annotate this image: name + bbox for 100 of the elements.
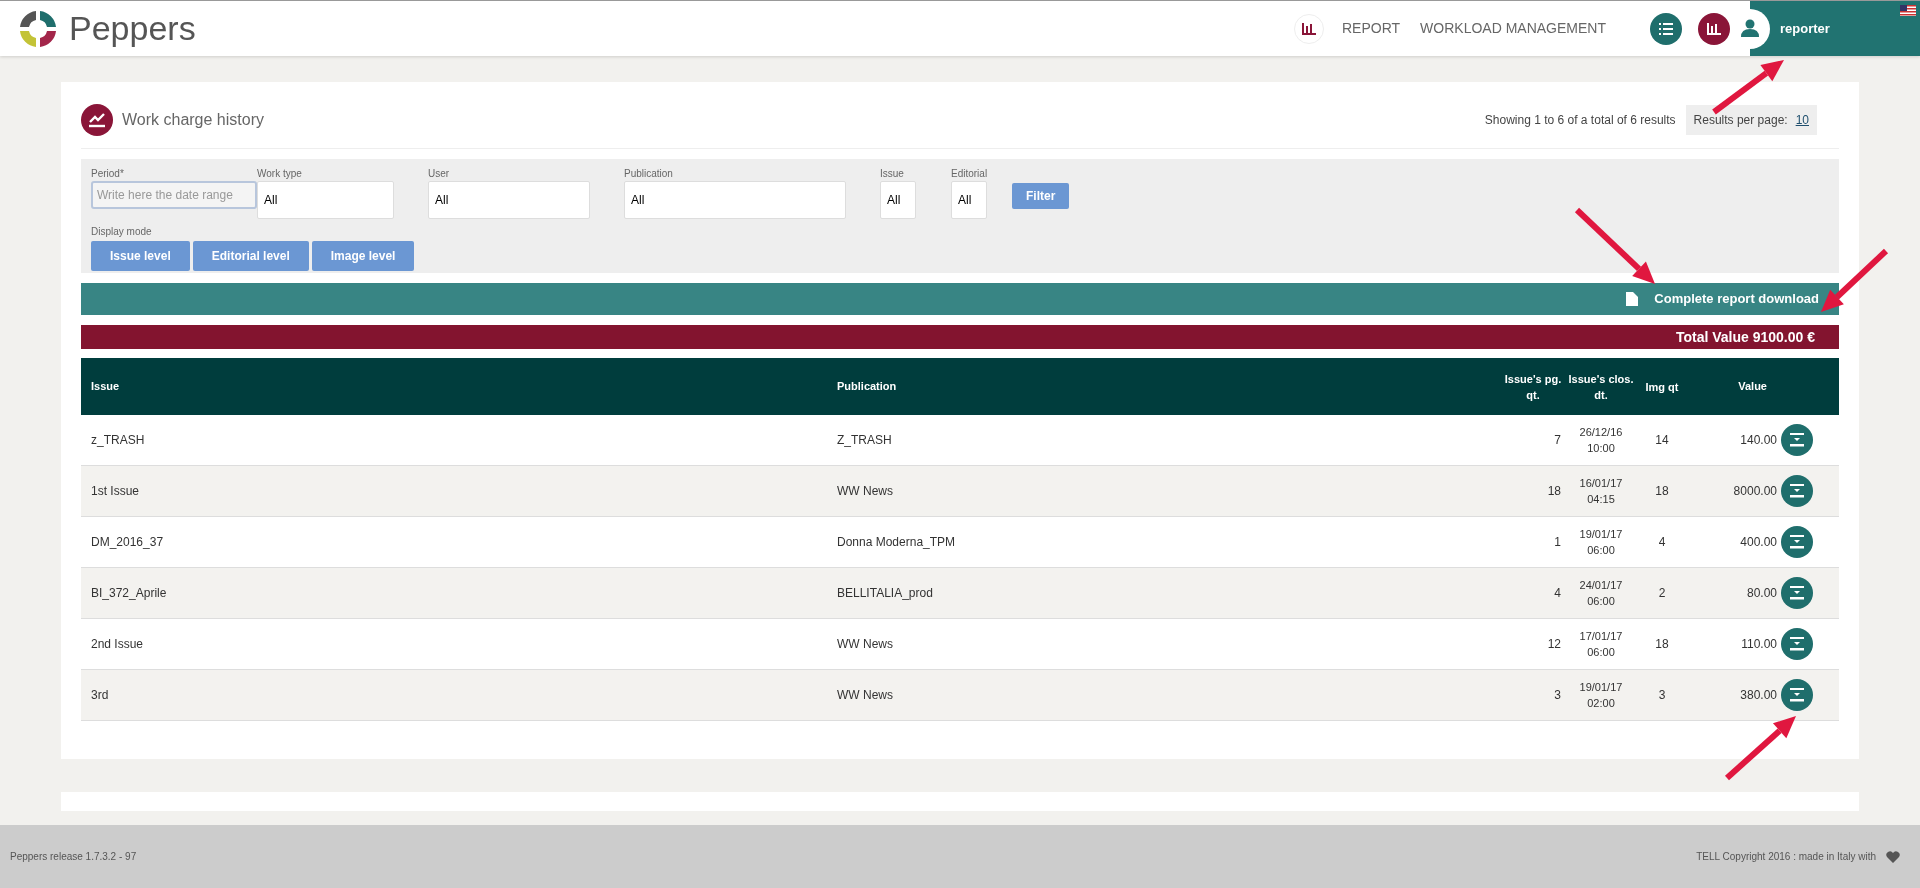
table-cell-text: 380.00 xyxy=(1739,687,1778,704)
table-cell-text: BELLITALIA_prod xyxy=(836,585,934,602)
filter-select[interactable]: All xyxy=(624,181,846,219)
report-icon[interactable] xyxy=(1294,13,1324,44)
annotation-arrow xyxy=(1821,248,1889,312)
table-cell-text: z_TRASH xyxy=(90,432,146,449)
table-cell-text: 1 xyxy=(1553,534,1562,551)
table-cell-text: Z_TRASH xyxy=(836,432,893,449)
filter-label: Publication xyxy=(624,167,674,178)
nav-link[interactable]: REPORT xyxy=(1342,18,1401,39)
display-mode-button[interactable]: Image level xyxy=(311,241,415,271)
table-cell-text: 04:15 xyxy=(1587,492,1615,507)
filter-select[interactable]: All xyxy=(951,181,987,219)
table-cell-text: 19/01/17 xyxy=(1579,680,1623,695)
table-cell-text: 17/01/17 xyxy=(1579,629,1623,644)
expand-button[interactable] xyxy=(1781,577,1813,609)
expand-button[interactable] xyxy=(1781,526,1813,558)
filter-label: User xyxy=(428,167,451,178)
filter-label: Editorial xyxy=(951,167,988,178)
table-cell-text: 06:00 xyxy=(1587,543,1615,558)
copyright-text: TELL Copyright 2016 : made in Italy with xyxy=(1696,850,1876,864)
filter-select[interactable]: All xyxy=(880,181,916,219)
table-cell-text: 4 xyxy=(1553,585,1562,602)
per-page-label: Results per page: xyxy=(1693,112,1788,129)
per-page-link[interactable]: 10 xyxy=(1795,111,1809,129)
table-cell-text: 18 xyxy=(1654,636,1670,653)
table-cell-text: 110.00 xyxy=(1740,636,1778,653)
chart-trend-icon xyxy=(81,104,113,136)
column-header: Value xyxy=(1737,379,1768,395)
card-title: Work charge history xyxy=(122,110,264,130)
expand-button[interactable] xyxy=(1781,475,1813,507)
table-cell-text: 140.00 xyxy=(1739,432,1778,449)
results-info: Showing 1 to 6 of a total of 6 results xyxy=(1484,112,1676,129)
column-header: Issue xyxy=(90,379,121,395)
filter-label: Work type xyxy=(257,167,303,178)
collapse-icon xyxy=(1790,433,1804,447)
table-cell-text: 14 xyxy=(1654,432,1670,449)
table-cell-text: BI_372_Aprile xyxy=(90,585,168,602)
table-cell-text: 2nd Issue xyxy=(90,636,145,653)
download-bar[interactable]: Complete report download xyxy=(81,283,1839,315)
filter-select[interactable]: All xyxy=(257,181,394,219)
column-header: Img qt xyxy=(1644,379,1680,395)
collapse-icon xyxy=(1790,637,1804,651)
column-header: Issue's clos. dt. xyxy=(1567,371,1635,403)
collapse-icon xyxy=(1790,586,1804,600)
collapse-icon xyxy=(1790,535,1804,549)
expand-button[interactable] xyxy=(1781,679,1813,711)
table-cell-text: 4 xyxy=(1657,534,1667,551)
date-range-field[interactable]: Write here the date range xyxy=(91,181,257,209)
table-cell-text: 8000.00 xyxy=(1732,483,1778,500)
table-cell-text: 24/01/17 xyxy=(1579,578,1623,593)
release-text: Peppers release 1.7.3.2 - 97 xyxy=(10,850,137,864)
list-icon xyxy=(1659,22,1673,35)
column-header: Publication xyxy=(836,379,898,395)
table-cell-text: 3rd xyxy=(90,687,110,704)
display-mode-button[interactable]: Editorial level xyxy=(192,241,309,271)
column-header: Issue's pg. qt. xyxy=(1503,371,1563,403)
table-cell-text: 06:00 xyxy=(1587,594,1615,609)
document-icon xyxy=(1626,292,1639,306)
table-cell-text: 10:00 xyxy=(1587,441,1615,456)
table-cell-text: 7 xyxy=(1553,432,1562,449)
table-cell-text: 18 xyxy=(1546,483,1562,500)
chart-button[interactable] xyxy=(1698,12,1730,45)
bar-chart-icon xyxy=(1707,22,1721,35)
table-cell-text: 26/12/16 xyxy=(1579,425,1623,440)
table-cell-text: Donna Moderna_TPM xyxy=(836,534,957,551)
filter-label: Issue xyxy=(880,167,905,178)
display-mode-button[interactable]: Issue level xyxy=(91,241,190,271)
flag-icon xyxy=(1900,5,1916,16)
table-cell-text: 3 xyxy=(1657,687,1667,704)
heart-icon xyxy=(1886,850,1900,863)
table-cell-text: 06:00 xyxy=(1587,645,1615,660)
expand-button[interactable] xyxy=(1781,628,1813,660)
table-cell-text: 16/01/17 xyxy=(1579,476,1623,491)
filter-select[interactable]: All xyxy=(428,181,590,219)
table-cell-text: 12 xyxy=(1546,636,1562,653)
nav-link[interactable]: WORKLOAD MANAGEMENT xyxy=(1420,18,1606,39)
app-name: Peppers xyxy=(69,8,196,49)
display-mode-label: Display mode xyxy=(91,225,153,239)
table-cell-text: 3 xyxy=(1553,687,1562,704)
table-cell-text: 02:00 xyxy=(1587,696,1615,711)
collapse-icon xyxy=(1790,688,1804,702)
filter-button[interactable]: Filter xyxy=(1012,183,1070,209)
table-cell-text: 19/01/17 xyxy=(1579,527,1623,542)
collapse-icon xyxy=(1790,484,1804,498)
filter-label: Period* xyxy=(91,167,125,178)
expand-button[interactable] xyxy=(1781,424,1813,456)
table-cell-text: WW News xyxy=(836,483,894,500)
annotation-arrow xyxy=(1712,60,1784,115)
table-cell-text: 400.00 xyxy=(1739,534,1778,551)
table-cell-text: WW News xyxy=(836,687,894,704)
table-cell-text: WW News xyxy=(836,636,894,653)
table-cell-text: 1st Issue xyxy=(90,483,141,500)
table-cell-text: DM_2016_37 xyxy=(90,534,165,551)
annotation-arrow xyxy=(1725,716,1796,781)
total-value: Total Value 9100.00 € xyxy=(1675,327,1815,347)
table-cell-text: 80.00 xyxy=(1745,585,1778,602)
table-cell-text: 18 xyxy=(1654,483,1670,500)
table-cell-text: 2 xyxy=(1657,585,1667,602)
list-button[interactable] xyxy=(1650,12,1682,45)
